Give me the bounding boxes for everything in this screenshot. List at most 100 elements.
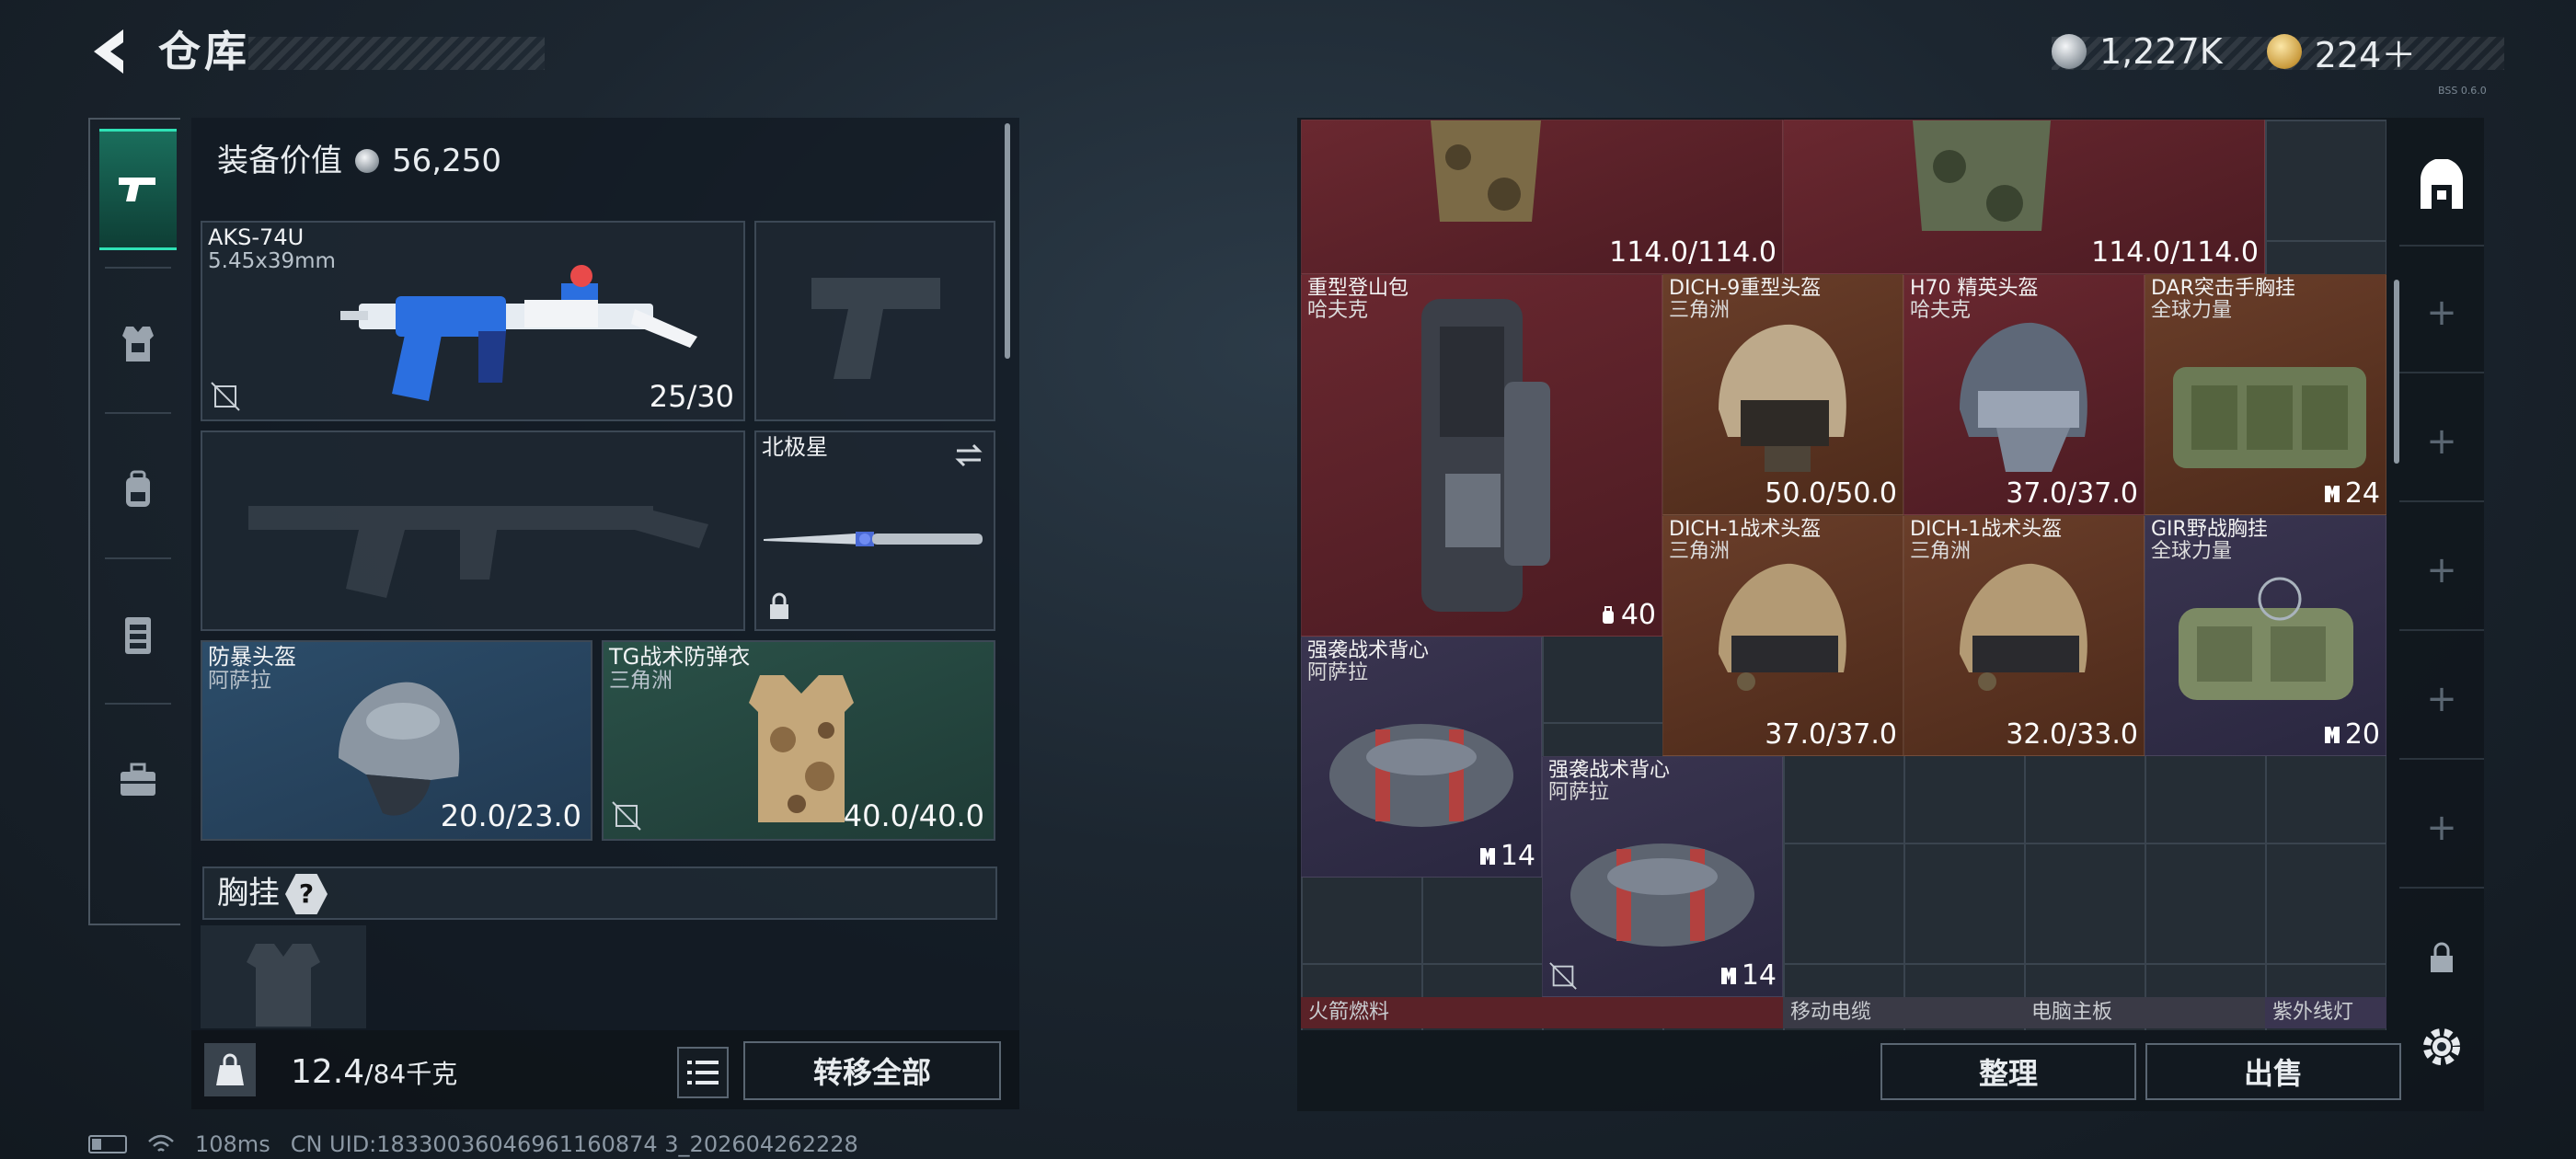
chest-rig-slot[interactable]	[201, 925, 366, 1028]
no-insurance-icon	[1549, 962, 1577, 990]
settings-button[interactable]	[2416, 1021, 2467, 1073]
storage-tab-add-4[interactable]: +	[2399, 640, 2484, 760]
sort-button[interactable]: 整理	[1880, 1043, 2136, 1100]
warehouse-icon	[2421, 159, 2463, 209]
body-armor-slot[interactable]: TG战术防弹衣 三角洲 40.0/40.0	[602, 640, 995, 841]
hafu-coin-icon	[2052, 34, 2087, 69]
storage-grid[interactable]: 114.0/114.0 114.0/114.0 重型登山包 哈夫克 40 DIC…	[1301, 120, 2386, 1030]
nav-weapons[interactable]	[99, 129, 177, 250]
chest-rig-label: 胸挂	[217, 875, 280, 912]
battery-icon	[88, 1135, 127, 1153]
item-count: 14	[1478, 840, 1535, 873]
pistol-icon	[119, 178, 155, 201]
item-durability: 114.0/114.0	[1609, 236, 1777, 269]
helmet-maker: 阿萨拉	[208, 669, 271, 693]
carry-weight-current: 12.4	[291, 1053, 365, 1091]
assault-rig-icon	[2173, 367, 2366, 468]
nav-chest-rig[interactable]	[99, 574, 177, 695]
nav-secure-case[interactable]	[99, 719, 177, 841]
storage-item[interactable]: 移动电缆	[1783, 997, 2024, 1028]
duffel-bag-icon	[1570, 843, 1754, 947]
build-tag: BSS 0.6.0	[2438, 85, 2487, 97]
back-arrow-icon	[94, 29, 123, 74]
storage-tab-add-1[interactable]: +	[2399, 254, 2484, 373]
storage-item[interactable]: 紫外线灯	[2265, 997, 2386, 1028]
storage-item[interactable]: 强袭战术背心 阿萨拉 14	[1301, 637, 1542, 878]
item-durability: 37.0/37.0	[2006, 477, 2138, 510]
carry-weight: 12.4/84千克	[291, 1049, 457, 1098]
wifi-icon	[148, 1134, 174, 1152]
weapon-name: AKS-74U	[208, 224, 305, 250]
storage-item[interactable]: 114.0/114.0	[1783, 120, 2265, 274]
storage-item[interactable]: DAR突击手胸挂 全球力量 24	[2145, 274, 2386, 515]
storage-item[interactable]: GIR野战胸挂 全球力量 20	[2145, 515, 2386, 756]
sidearm-slot[interactable]	[754, 221, 995, 421]
storage-item[interactable]: DICH-1战术头盔 三角洲 37.0/37.0	[1662, 515, 1903, 756]
currency-b-amount[interactable]: 224＋	[2315, 27, 2417, 77]
status-line: 108ms CN UID:18330036046961160874 3_2026…	[88, 1131, 858, 1157]
list-view-button[interactable]	[677, 1047, 729, 1098]
armor-durability: 40.0/40.0	[843, 798, 984, 833]
gear-icon	[2423, 1028, 2460, 1065]
item-maker: 阿萨拉	[1307, 661, 1369, 684]
tactical-helmet-icon	[1719, 563, 1846, 691]
item-name: 强袭战术背心	[1307, 639, 1430, 662]
no-insurance-icon	[211, 382, 240, 411]
vest-placeholder-icon	[247, 944, 320, 1027]
secondary-weapon-slot[interactable]	[201, 430, 745, 631]
storage-tab-add-3[interactable]: +	[2399, 511, 2484, 631]
list-icon	[687, 1061, 719, 1084]
currency-display: 1,227K 224＋	[2052, 24, 2502, 79]
back-button[interactable]	[85, 24, 140, 79]
slots-icon	[2324, 727, 2340, 743]
tactical-helmet-icon	[1960, 563, 2087, 691]
primary-weapon-slot[interactable]: AKS-74U 5.45x39mm 25/30	[201, 221, 745, 421]
weapon-caliber: 5.45x39mm	[208, 249, 336, 273]
slots-icon	[1720, 968, 1736, 984]
armor-maker: 三角洲	[609, 669, 673, 693]
storage-tab-locked[interactable]	[2399, 898, 2484, 1017]
swap-icon[interactable]	[953, 440, 984, 471]
nav-backpack[interactable]	[99, 429, 177, 550]
storage-item[interactable]: DICH-9重型头盔 三角洲 50.0/50.0	[1662, 274, 1903, 515]
storage-tab-add-2[interactable]: +	[2399, 383, 2484, 502]
duffel-bag-icon	[1329, 724, 1513, 827]
camo-armor-icon	[1913, 120, 2051, 231]
helmet-name: 防暴头盔	[208, 644, 296, 670]
lock-icon	[2431, 942, 2453, 972]
equipment-value-label: 装备价值	[217, 143, 342, 179]
camo-armor-icon	[1431, 120, 1541, 222]
storage-tab-add-5[interactable]: +	[2399, 769, 2484, 889]
storage-tabs-rail: + + + + +	[2399, 118, 2484, 1111]
storage-item[interactable]: 强袭战术背心 阿萨拉 14	[1542, 756, 1783, 997]
toolbox-icon	[121, 763, 155, 796]
delta-coin-icon[interactable]	[2266, 34, 2302, 69]
equipment-value-amount: 56,250	[392, 143, 501, 179]
storage-item[interactable]: 114.0/114.0	[1301, 120, 1783, 274]
nav-armor[interactable]	[99, 283, 177, 405]
storage-item[interactable]: DICH-1战术头盔 三角洲 32.0/33.0	[1903, 515, 2145, 756]
helmet-slot[interactable]: 防暴头盔 阿萨拉 20.0/23.0	[201, 640, 592, 841]
storage-item[interactable]: 电脑主板	[2024, 997, 2265, 1028]
slots-icon	[1479, 848, 1495, 865]
item-name: GIR野战胸挂	[2151, 518, 2268, 541]
plus-icon: +	[2426, 420, 2457, 463]
item-count: 14	[1719, 959, 1777, 993]
rifle-placeholder-icon	[248, 506, 708, 598]
uid-text: CN UID:18330036046961160874 3_2026042622…	[290, 1131, 858, 1157]
transfer-all-button[interactable]: 转移全部	[743, 1041, 1001, 1100]
item-name: DICH-1战术头盔	[1669, 518, 1822, 541]
item-count: 40	[1599, 599, 1656, 632]
sell-button[interactable]: 出售	[2145, 1043, 2401, 1100]
equipment-category-nav	[88, 118, 180, 925]
item-name: 强袭战术背心	[1548, 759, 1671, 782]
storage-item[interactable]: 火箭燃料	[1301, 997, 1783, 1028]
equipment-scrollbar[interactable]	[1005, 123, 1010, 359]
item-count: 24	[2323, 477, 2380, 511]
item-name: 重型登山包	[1307, 277, 1409, 300]
storage-tab-main[interactable]	[2399, 127, 2484, 247]
plus-icon: +	[2426, 292, 2457, 334]
storage-item[interactable]: H70 精英头盔 哈夫克 37.0/37.0	[1903, 274, 2145, 515]
storage-item[interactable]: 重型登山包 哈夫克 40	[1301, 274, 1662, 637]
melee-slot[interactable]: 北极星	[754, 430, 995, 631]
